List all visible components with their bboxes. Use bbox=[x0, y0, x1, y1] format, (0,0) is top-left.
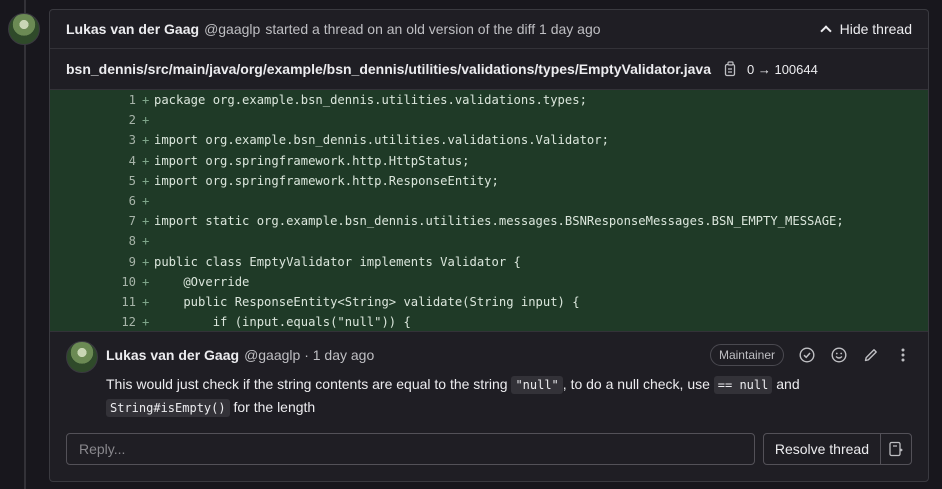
inline-code: "null" bbox=[511, 376, 563, 394]
file-mode-change: 0 → 100644 bbox=[747, 61, 818, 77]
copy-icon[interactable] bbox=[723, 61, 739, 77]
chevron-up-icon bbox=[819, 25, 832, 37]
code-text: import static org.example.bsn_dennis.uti… bbox=[154, 214, 844, 229]
added-marker: + bbox=[142, 294, 150, 309]
code-line: 8 + bbox=[50, 231, 928, 251]
note-author-avatar[interactable] bbox=[66, 341, 98, 373]
code-line: 1 + package org.example.bsn_dennis.utiliti… bbox=[50, 90, 928, 110]
code-line: 3 + import org.example.bsn_dennis.utilitie… bbox=[50, 130, 928, 150]
emoji-reaction-icon[interactable] bbox=[830, 346, 848, 364]
line-number[interactable]: 6 bbox=[50, 194, 142, 208]
added-marker: + bbox=[142, 93, 150, 108]
line-number[interactable]: 9 bbox=[50, 255, 142, 269]
thread-author-handle[interactable]: @gaaglp bbox=[204, 21, 260, 37]
line-number[interactable]: 5 bbox=[50, 174, 142, 188]
code-text: import org.example.bsn_dennis.utilities.… bbox=[154, 133, 609, 148]
note-meta[interactable]: @gaaglp · 1 day ago bbox=[244, 347, 374, 363]
line-number[interactable]: 12 bbox=[50, 315, 142, 329]
code-line: 7 + import static org.example.bsn_dennis.u… bbox=[50, 211, 928, 231]
note-text: and bbox=[772, 376, 800, 392]
code-line: 10 + @Override bbox=[50, 272, 928, 292]
code-line: 2 + bbox=[50, 110, 928, 130]
added-marker: + bbox=[142, 173, 150, 188]
added-marker: + bbox=[142, 254, 150, 269]
line-number[interactable]: 2 bbox=[50, 113, 142, 127]
discussion-note: Lukas van der Gaag @gaaglp · 1 day ago M… bbox=[50, 331, 928, 421]
line-number[interactable]: 3 bbox=[50, 133, 142, 147]
role-badge: Maintainer bbox=[709, 344, 784, 366]
added-marker: + bbox=[142, 153, 150, 168]
inline-code: == null bbox=[713, 376, 773, 394]
thread-author-avatar[interactable] bbox=[8, 13, 40, 45]
line-number[interactable]: 4 bbox=[50, 154, 142, 168]
line-number[interactable]: 1 bbox=[50, 93, 142, 107]
code-text: public class EmptyValidator implements V… bbox=[154, 254, 521, 269]
code-line: 11 + public ResponseEntity<String> valida… bbox=[50, 292, 928, 312]
hide-thread-label: Hide thread bbox=[839, 21, 912, 37]
thread-header: Lukas van der Gaag @gaaglp started a thr… bbox=[50, 10, 928, 49]
line-number[interactable]: 8 bbox=[50, 234, 142, 248]
thread-summary: started a thread on an old version of th… bbox=[265, 21, 601, 37]
added-marker: + bbox=[142, 113, 150, 128]
note-text: , to do a null check, use bbox=[562, 376, 714, 392]
code-line: 5 + import org.springframework.http.Respon… bbox=[50, 171, 928, 191]
added-marker: + bbox=[142, 214, 150, 229]
line-number[interactable]: 11 bbox=[50, 295, 142, 309]
code-line: 6 + bbox=[50, 191, 928, 211]
more-actions-icon[interactable] bbox=[894, 346, 912, 364]
code-text: package org.example.bsn_dennis.utilities… bbox=[154, 93, 587, 108]
diff-code: 1 + package org.example.bsn_dennis.utiliti… bbox=[50, 90, 928, 331]
note-header: Lukas van der Gaag @gaaglp · 1 day ago M… bbox=[106, 342, 912, 368]
resolve-check-icon[interactable] bbox=[798, 346, 816, 364]
added-marker: + bbox=[142, 274, 150, 289]
code-line: 4 + import org.springframework.http.HttpSt… bbox=[50, 151, 928, 171]
create-issue-icon[interactable] bbox=[880, 434, 911, 464]
added-marker: + bbox=[142, 133, 150, 148]
note-body: This would just check if the string cont… bbox=[106, 373, 912, 419]
edit-pencil-icon[interactable] bbox=[862, 346, 880, 364]
inline-code: String#isEmpty() bbox=[106, 399, 230, 417]
reply-input[interactable]: Reply... bbox=[66, 433, 755, 465]
code-text: import org.springframework.http.HttpStat… bbox=[154, 153, 470, 168]
file-header: bsn_dennis/src/main/java/org/example/bsn… bbox=[50, 49, 928, 90]
line-number[interactable]: 10 bbox=[50, 275, 142, 289]
code-text: @Override bbox=[154, 274, 250, 289]
line-number[interactable]: 7 bbox=[50, 214, 142, 228]
code-text: public ResponseEntity<String> validate(S… bbox=[154, 294, 580, 309]
timeline-line bbox=[24, 0, 26, 489]
note-text: for the length bbox=[229, 399, 316, 415]
note-actions: Maintainer bbox=[709, 344, 912, 366]
resolve-group: Resolve thread bbox=[762, 433, 912, 465]
added-marker: + bbox=[142, 315, 150, 330]
reply-row: Reply... Resolve thread bbox=[66, 433, 912, 465]
thread-author-name[interactable]: Lukas van der Gaag bbox=[66, 21, 199, 37]
code-text: import org.springframework.http.Response… bbox=[154, 173, 499, 188]
note-author-name[interactable]: Lukas van der Gaag bbox=[106, 347, 239, 363]
discussion-thread: Lukas van der Gaag @gaaglp started a thr… bbox=[49, 9, 929, 482]
added-marker: + bbox=[142, 194, 150, 209]
code-line: 12 + if (input.equals("null")) { bbox=[50, 312, 928, 331]
hide-thread-button[interactable]: Hide thread bbox=[819, 21, 912, 37]
resolve-thread-button[interactable]: Resolve thread bbox=[764, 434, 880, 464]
note-text: This would just check if the string cont… bbox=[106, 376, 512, 392]
file-path[interactable]: bsn_dennis/src/main/java/org/example/bsn… bbox=[66, 61, 711, 77]
code-line: 9 + public class EmptyValidator implements… bbox=[50, 252, 928, 272]
code-text: if (input.equals("null")) { bbox=[154, 315, 411, 330]
added-marker: + bbox=[142, 234, 150, 249]
